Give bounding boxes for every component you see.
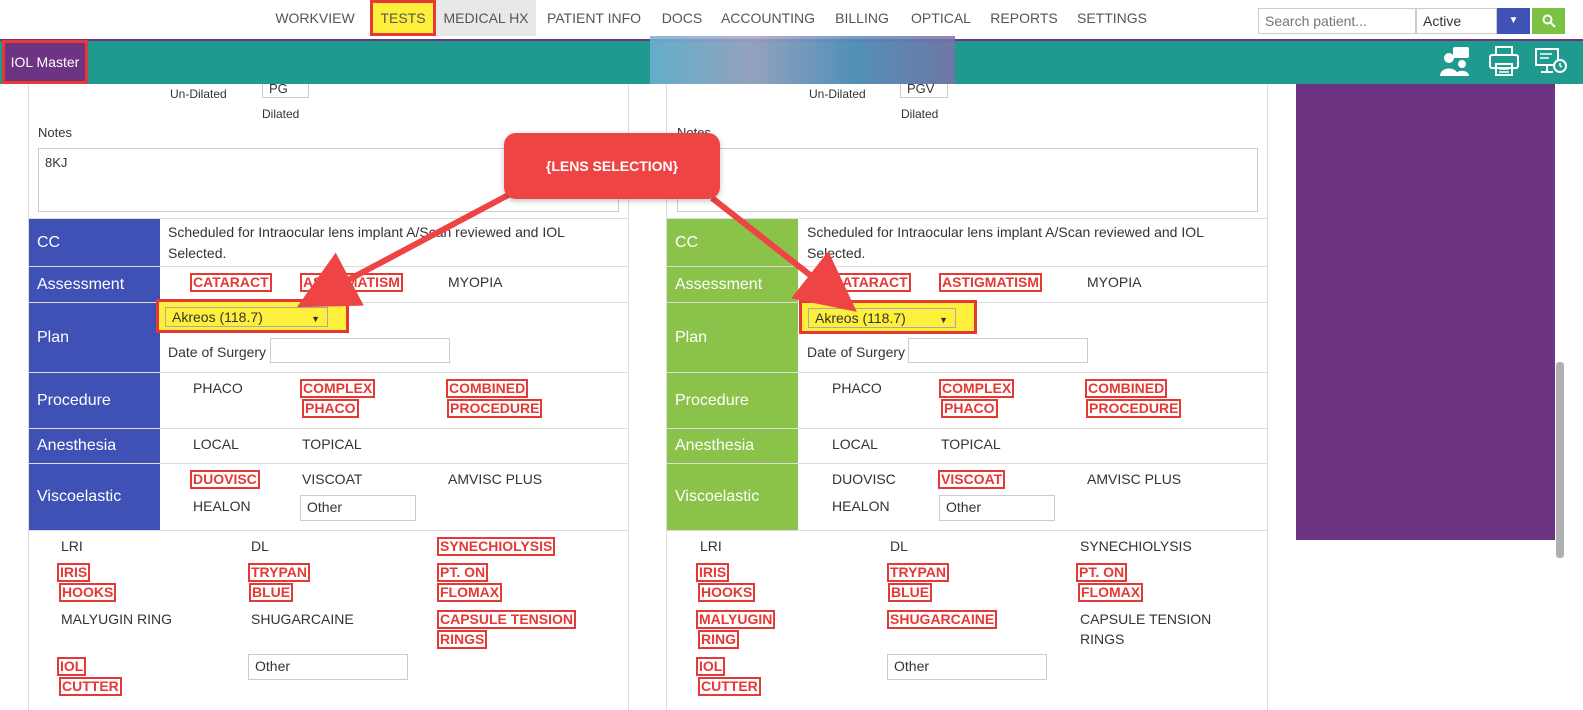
- callout-arrows: [296, 190, 857, 312]
- callout-arrow-right: [710, 195, 857, 312]
- callout-arrow-left: [296, 190, 514, 308]
- lens-selection-callout: {LENS SELECTION}: [504, 133, 720, 199]
